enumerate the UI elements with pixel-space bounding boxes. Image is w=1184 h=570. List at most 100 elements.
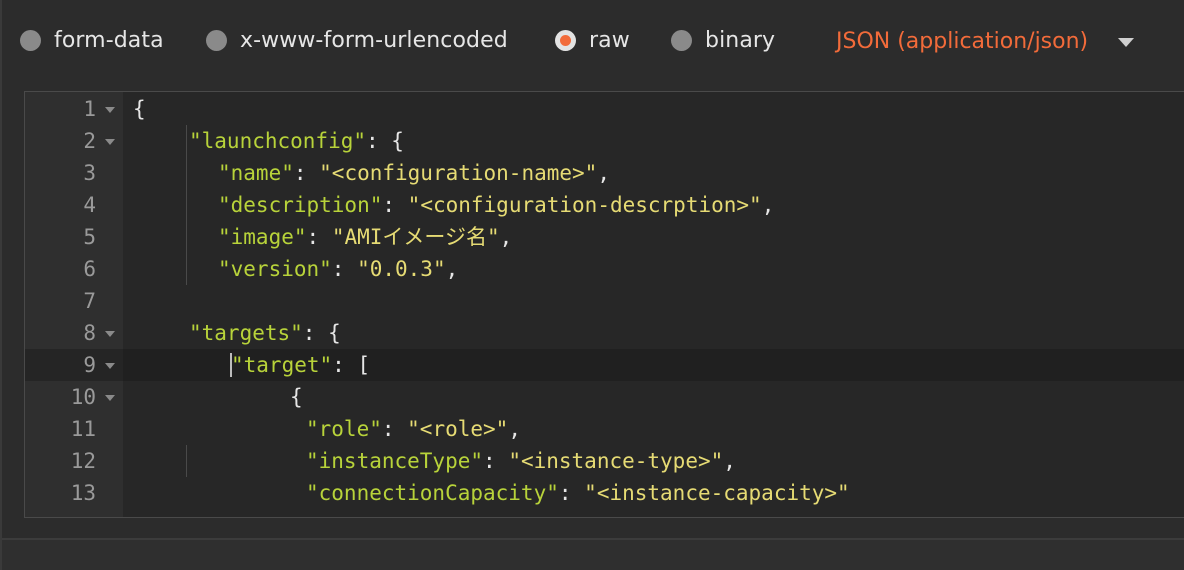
fold-arrow-icon[interactable]: [105, 107, 115, 113]
json-string: "<instance-capacity>": [584, 481, 850, 505]
json-key: "target": [231, 353, 333, 377]
code-text: {: [133, 93, 146, 125]
radio-label: x-www-form-urlencoded: [240, 27, 508, 53]
text-cursor: [230, 353, 232, 377]
json-string: "<configuration-name>": [319, 161, 598, 185]
code-line-7[interactable]: 7: [25, 285, 1184, 317]
json-key: "description": [218, 193, 383, 217]
gutter-cell: 8: [25, 317, 123, 349]
code-line-5[interactable]: 5 "image": "AMIイメージ名",: [25, 221, 1184, 253]
content-type-label: JSON (application/json): [836, 28, 1089, 54]
code-line-11[interactable]: 11 "role": "<role>",: [25, 413, 1184, 445]
code-line-13[interactable]: 13 "connectionCapacity": "<instance-capac…: [25, 477, 1184, 509]
line-number: 6: [83, 257, 96, 281]
code-line-2[interactable]: 2 "launchconfig": {: [25, 125, 1184, 157]
json-punctuation: ,: [508, 417, 521, 441]
content-type-dropdown[interactable]: JSON (application/json): [836, 26, 1135, 56]
json-punctuation: :: [483, 449, 509, 473]
radio-binary[interactable]: binary: [671, 26, 775, 54]
json-punctuation: ,: [445, 257, 459, 281]
code-line-12[interactable]: 12 "instanceType": "<instance-type>",: [25, 445, 1184, 477]
line-number: 12: [70, 449, 96, 473]
gutter-cell: 9: [25, 349, 123, 381]
radio-label: raw: [589, 27, 630, 53]
gutter-cell: 2: [25, 125, 123, 157]
json-key: "connectionCapacity": [306, 481, 559, 505]
json-punctuation: :: [558, 481, 585, 505]
json-string: "0.0.3": [357, 257, 446, 281]
body-mode-bar: form-data x-www-form-urlencoded raw bina…: [2, 0, 1184, 80]
code-line-9[interactable]: 9 "target": [: [25, 349, 1184, 381]
fold-arrow-icon[interactable]: [105, 363, 115, 369]
line-number: 13: [70, 481, 96, 505]
fold-arrow-icon[interactable]: [105, 331, 115, 337]
gutter-cell: 3: [25, 157, 123, 189]
gutter-cell: 12: [25, 445, 123, 477]
radio-label: form-data: [54, 27, 164, 53]
gutter-cell: 11: [25, 413, 123, 445]
gutter-cell: 13: [25, 477, 123, 509]
json-key: "launchconfig": [189, 129, 367, 153]
line-number: 2: [83, 129, 96, 153]
line-number: 3: [83, 161, 96, 185]
bottom-panel: [2, 540, 1184, 570]
radio-raw[interactable]: raw: [555, 26, 630, 54]
json-punctuation: : {: [302, 321, 341, 345]
json-punctuation: ,: [723, 449, 736, 473]
json-punctuation: ,: [761, 193, 775, 217]
gutter-cell: 10: [25, 381, 123, 413]
json-punctuation: :: [293, 161, 320, 185]
code-text: "role": "<role>",: [306, 413, 521, 445]
radio-button-icon[interactable]: [206, 29, 227, 51]
json-string: "<configuration-descrption>": [407, 193, 762, 217]
code-text: "launchconfig": {: [189, 125, 404, 157]
code-line-8[interactable]: 8 "targets": {: [25, 317, 1184, 349]
chevron-down-icon[interactable]: [1118, 37, 1135, 47]
json-punctuation: : {: [366, 129, 404, 153]
json-punctuation: :: [331, 257, 358, 281]
gutter-cell: 1: [25, 93, 123, 125]
json-punctuation: ,: [499, 225, 513, 249]
code-line-10[interactable]: 10 {: [25, 381, 1184, 413]
code-text: "connectionCapacity": "<instance-capacit…: [306, 477, 850, 509]
indent-guide: [186, 125, 187, 285]
code-line-4[interactable]: 4 "description": "<configuration-descrpti…: [25, 189, 1184, 221]
code-text: "instanceType": "<instance-type>",: [306, 445, 736, 477]
code-line-partial: [25, 509, 1184, 517]
code-editor[interactable]: 1{2 "launchconfig": {3 "name": "<configura…: [24, 91, 1184, 518]
code-line-1[interactable]: 1{: [25, 93, 1184, 125]
radio-button-icon[interactable]: [671, 29, 692, 51]
json-punctuation: : [: [332, 353, 371, 377]
fold-arrow-icon[interactable]: [105, 139, 115, 145]
json-key: "instanceType": [306, 449, 484, 473]
code-line-3[interactable]: 3 "name": "<configuration-name>",: [25, 157, 1184, 189]
line-number: 11: [70, 417, 96, 441]
json-punctuation: {: [133, 97, 146, 121]
gutter-cell: 6: [25, 253, 123, 285]
indent-guide: [186, 445, 187, 477]
gutter-cell: 5: [25, 221, 123, 253]
code-text: "version": "0.0.3",: [218, 253, 458, 285]
json-key: "name": [218, 161, 294, 185]
radio-form-data[interactable]: form-data: [20, 26, 164, 54]
line-number: 10: [70, 385, 96, 409]
json-punctuation: {: [290, 385, 303, 409]
json-string: "AMIイメージ名": [331, 225, 500, 249]
line-number: 4: [83, 193, 96, 217]
code-line-6[interactable]: 6 "version": "0.0.3",: [25, 253, 1184, 285]
json-key: "version": [218, 257, 332, 281]
fold-arrow-icon[interactable]: [105, 395, 115, 401]
radio-button-icon[interactable]: [20, 29, 41, 51]
line-number: 5: [83, 225, 96, 249]
line-number: 9: [83, 353, 96, 377]
gutter-cell: 4: [25, 189, 123, 221]
code-text: "name": "<configuration-name>",: [218, 157, 610, 189]
line-number: 7: [83, 289, 96, 313]
json-string: "<instance-type>": [508, 449, 724, 473]
json-key: "targets": [189, 321, 303, 345]
json-key: "image": [218, 225, 307, 249]
code-text: {: [290, 381, 303, 413]
radio-button-selected-icon[interactable]: [555, 29, 576, 51]
radio-label: binary: [705, 27, 776, 53]
radio-x-www-form-urlencoded[interactable]: x-www-form-urlencoded: [206, 26, 508, 54]
